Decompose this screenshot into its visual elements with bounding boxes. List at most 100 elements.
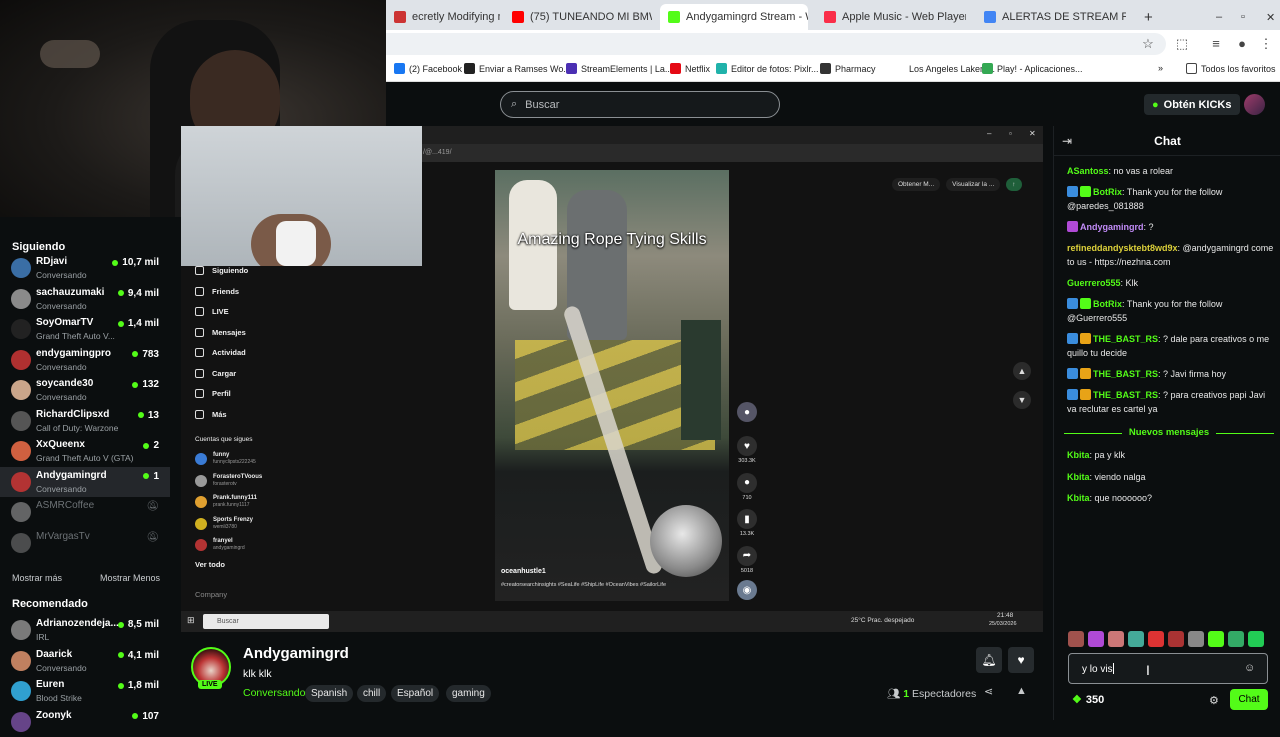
chat-badge-icon bbox=[1067, 221, 1078, 232]
browser-tab[interactable]: Andygamingrd Stream - W✕ bbox=[660, 4, 808, 30]
chat-username[interactable]: BotRix bbox=[1093, 187, 1122, 197]
chat-username[interactable]: Guerrero555 bbox=[1067, 278, 1121, 288]
show-less-link[interactable]: Mostrar Menos bbox=[100, 573, 160, 583]
get-kicks-button[interactable]: ● Obtén KICKs bbox=[1144, 94, 1240, 115]
user-avatar[interactable] bbox=[1244, 94, 1265, 115]
stream-category[interactable]: Conversando bbox=[243, 687, 305, 699]
viewer-count: 1,4 mil bbox=[127, 318, 159, 329]
chat-username[interactable]: Andygamingrd bbox=[1080, 222, 1144, 232]
sidebar-channel[interactable]: XxQueenx Grand Theft Auto V (GTA) 2 bbox=[0, 436, 170, 466]
emote-icon[interactable] bbox=[1228, 631, 1244, 647]
window-maximize-icon[interactable]: ▫ bbox=[1233, 4, 1253, 30]
bookmark-item[interactable]: Enviar a Ramses Wo... bbox=[464, 63, 571, 74]
viewer-count: 9,4 mil bbox=[127, 287, 159, 299]
sidebar-channel[interactable]: endygamingpro Conversando 783 bbox=[0, 345, 170, 375]
chat-username[interactable]: Kbita bbox=[1067, 493, 1090, 503]
sidebar-channel[interactable]: RDjavi Conversando 10,7 mil bbox=[0, 253, 170, 283]
channel-points[interactable]: ❖ 350 bbox=[1072, 693, 1104, 707]
tiktok-nav-label: Siguiendo bbox=[212, 266, 249, 275]
streamer-name[interactable]: Andygamingrd bbox=[243, 645, 349, 662]
bookmark-item[interactable]: StreamElements | La... bbox=[566, 63, 672, 74]
sidebar-channel[interactable]: Daarick Conversando 4,1 mil bbox=[0, 646, 170, 676]
bookmarks-overflow-icon[interactable]: » bbox=[1158, 63, 1163, 73]
channel-viewers: 13 bbox=[137, 410, 159, 421]
sidebar-channel[interactable]: Andygamingrd Conversando 1 bbox=[0, 466, 170, 497]
viewer-label: Espectadores bbox=[912, 688, 977, 700]
chat-username[interactable]: THE_BAST_RS bbox=[1093, 390, 1158, 400]
chat-username[interactable]: Kbita bbox=[1067, 450, 1090, 460]
bookmark-item[interactable]: Los Angeles Lakers... bbox=[894, 63, 995, 74]
emote-icon[interactable] bbox=[1208, 631, 1224, 647]
tab-label: (75) TUNEANDO MI BMW CON bbox=[530, 11, 652, 23]
emote-icon[interactable] bbox=[1148, 631, 1164, 647]
live-dot-icon bbox=[137, 412, 144, 418]
stream-tag[interactable]: Spanish bbox=[305, 685, 354, 702]
stream-tag[interactable]: chill bbox=[357, 685, 387, 702]
chat-username[interactable]: THE_BAST_RS bbox=[1093, 334, 1158, 344]
chat-text: : que noooooo? bbox=[1089, 493, 1153, 503]
emote-icon[interactable] bbox=[1248, 631, 1264, 647]
sidebar-channel[interactable]: sachauzumaki Conversando 9,4 mil bbox=[0, 284, 170, 314]
chat-username[interactable]: Kbita bbox=[1067, 472, 1090, 482]
notification-bell-button[interactable]: 🔔︎ bbox=[976, 647, 1002, 673]
followed-account: ForasteroTVoous forasterotv bbox=[195, 472, 262, 490]
account-handle: prank.funny1117 bbox=[213, 502, 250, 508]
channel-viewers: 4,1 mil bbox=[117, 650, 159, 661]
chat-input[interactable]: y lo vis bbox=[1068, 653, 1268, 684]
bookmark-star-icon[interactable]: ☆ bbox=[1140, 36, 1156, 52]
sidebar-channel[interactable]: Zoonyk 107 bbox=[0, 707, 170, 737]
share-icon[interactable]: ⋖ bbox=[984, 685, 993, 698]
sidebar-channel[interactable]: Adrianozendeja... IRL 8,5 mil bbox=[0, 615, 170, 645]
viewer-number: 1 bbox=[903, 688, 910, 700]
window-minimize-icon[interactable]: – bbox=[1208, 4, 1230, 30]
window-close-icon[interactable]: ✕ bbox=[1258, 4, 1280, 30]
browser-tab[interactable]: (75) TUNEANDO MI BMW CON✕ bbox=[504, 4, 652, 30]
emote-icon[interactable] bbox=[1108, 631, 1124, 647]
emote-icon[interactable] bbox=[1068, 631, 1084, 647]
chat-settings-icon[interactable]: ⚙ bbox=[1209, 694, 1219, 707]
stream-tag[interactable]: Español bbox=[391, 685, 440, 702]
sidebar-channel[interactable]: SoyOmarTV Grand Theft Auto V... 1,4 mil bbox=[0, 314, 170, 344]
tiktok-nav-label: Perfil bbox=[212, 389, 231, 398]
bookmark-item[interactable]: Editor de fotos: Pixlr... bbox=[716, 63, 819, 74]
emote-icon[interactable] bbox=[1188, 631, 1204, 647]
extensions-icon[interactable]: ⬚ bbox=[1174, 36, 1190, 52]
sidebar-channel[interactable]: MrVargasTv 🔕︎ bbox=[0, 528, 170, 558]
emote-icon[interactable] bbox=[1168, 631, 1184, 647]
menu-icon[interactable]: ⋮ bbox=[1258, 36, 1274, 52]
send-chat-button[interactable]: Chat bbox=[1230, 689, 1268, 710]
bookmark-item[interactable]: Pharmacy bbox=[820, 63, 876, 74]
follow-heart-button[interactable]: ♥ bbox=[1008, 647, 1034, 673]
media-icon[interactable]: ≡ bbox=[1208, 36, 1224, 52]
browser-tab[interactable]: ALERTAS DE STREAM PARA KIC✕ bbox=[976, 4, 1126, 30]
sidebar-channel[interactable]: Euren Blood Strike 1,8 mil bbox=[0, 676, 170, 706]
sound-disc: ◉ bbox=[737, 580, 757, 602]
stream-tag[interactable]: gaming bbox=[446, 685, 491, 702]
tab-label: Andygamingrd Stream - W bbox=[686, 11, 808, 23]
emoji-picker-icon[interactable]: ☺ bbox=[1244, 662, 1255, 674]
chat-username[interactable]: refineddandysktebt8wd9x bbox=[1067, 243, 1178, 253]
profile-icon[interactable]: ● bbox=[1234, 36, 1250, 52]
sidebar-channel[interactable]: soycande30 Conversando 132 bbox=[0, 375, 170, 405]
bookmark-item[interactable]: Play! - Aplicaciones... bbox=[982, 63, 1083, 74]
chat-username[interactable]: THE_BAST_RS bbox=[1093, 369, 1158, 379]
emote-icon[interactable] bbox=[1128, 631, 1144, 647]
new-tab-button[interactable]: + bbox=[1136, 4, 1161, 30]
report-icon[interactable]: ▲ bbox=[1016, 685, 1027, 697]
show-more-link[interactable]: Mostrar más bbox=[12, 573, 62, 583]
bookmark-item[interactable]: (2) Facebook bbox=[394, 63, 462, 74]
browser-tab[interactable]: Apple Music - Web Player✕ bbox=[816, 4, 966, 30]
url-field[interactable] bbox=[386, 33, 1166, 55]
chat-username[interactable]: BotRix bbox=[1093, 299, 1122, 309]
close-icon: ✕ bbox=[1029, 129, 1036, 138]
search-input[interactable]: ⌕ Buscar bbox=[500, 91, 780, 118]
sidebar-channel[interactable]: RichardClipsxd Call of Duty: Warzone 13 bbox=[0, 406, 170, 436]
bookmark-item[interactable]: Netflix bbox=[670, 63, 710, 74]
emote-icon[interactable] bbox=[1088, 631, 1104, 647]
chat-username[interactable]: ASantoss bbox=[1067, 166, 1109, 176]
recommended-heading: Recomendado bbox=[12, 598, 88, 610]
sidebar-channel[interactable]: ASMRCoffee 🔕︎ bbox=[0, 497, 170, 527]
video-player[interactable]: – ▫ ✕ /@...419/ Siguiendo Friends LIVE Mens… bbox=[181, 126, 1043, 632]
all-bookmarks-folder[interactable]: Todos los favoritos bbox=[1186, 63, 1276, 74]
browser-tab[interactable]: ecretly Modifying my Bro✕ bbox=[386, 4, 500, 30]
